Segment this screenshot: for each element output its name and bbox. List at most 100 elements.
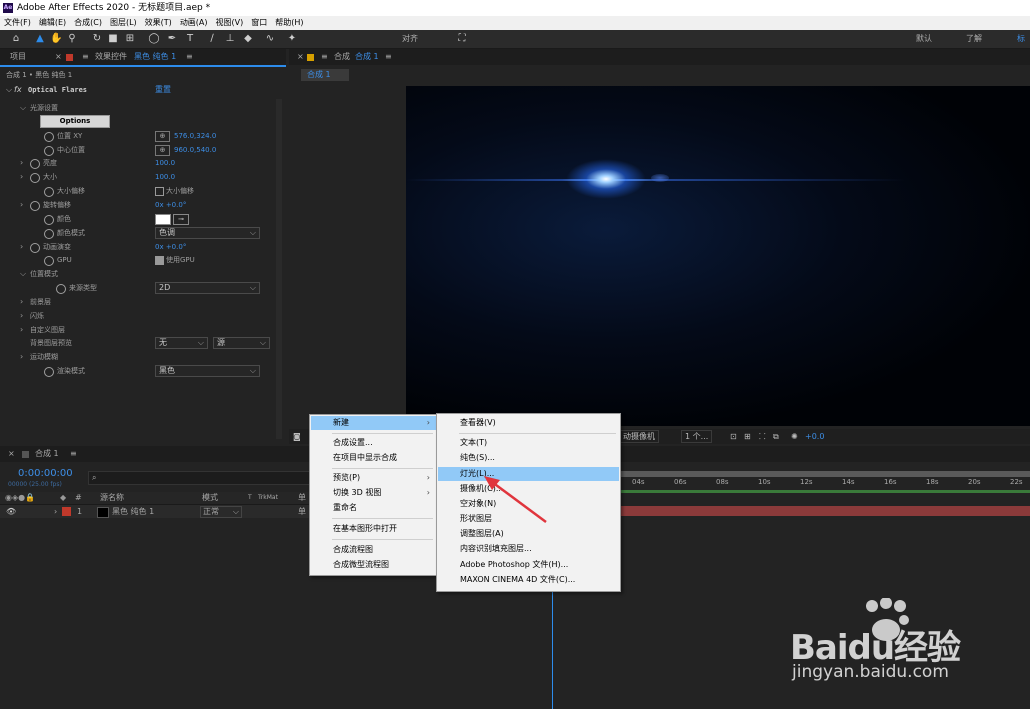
stopwatch-icon[interactable] — [44, 187, 54, 198]
position-target-icon[interactable]: ⊕ — [155, 144, 170, 156]
ellipse-tool-icon[interactable]: ◯ — [148, 33, 160, 45]
visibility-eye-icon[interactable]: 👁 — [6, 505, 16, 518]
property-row[interactable]: 来源类型 2D ⌵ — [0, 281, 272, 295]
expand-icon[interactable]: › — [20, 198, 23, 212]
property-row[interactable]: 颜色模式 色调 ⌵ — [0, 226, 272, 240]
menu-effect[interactable]: 效果(T) — [141, 16, 176, 30]
color-swatch[interactable] — [155, 213, 171, 225]
menu-item-preview[interactable]: 预览(P) › — [311, 471, 436, 485]
options-button[interactable]: Options — [40, 115, 110, 128]
puppet-pin-tool-icon[interactable]: ✦ — [286, 33, 298, 45]
property-checkbox[interactable] — [155, 256, 164, 266]
submenu-item-content-aware-fill[interactable]: 内容识别填充图层... — [438, 542, 619, 556]
menu-item-open-essential-graphics[interactable]: 在基本图形中打开 — [311, 522, 436, 536]
expand-icon[interactable]: › — [20, 156, 23, 170]
eraser-tool-icon[interactable]: ◆ — [242, 33, 254, 45]
menu-file[interactable]: 文件(F) — [0, 16, 35, 30]
menu-item-comp-settings[interactable]: 合成设置... — [311, 436, 436, 450]
layer-switch[interactable]: 单 — [298, 505, 306, 518]
property-row[interactable]: 中心位置 ⊕ 960.0,540.0 — [0, 143, 272, 157]
close-comp-tab-icon[interactable]: × — [297, 49, 304, 65]
submenu-item-cinema4d-file[interactable]: MAXON CINEMA 4D 文件(C)... — [438, 573, 619, 587]
tab-project[interactable]: 项目 — [10, 49, 26, 65]
stopwatch-icon[interactable] — [30, 173, 40, 184]
comp-panel-menu-icon[interactable]: ≡ — [385, 49, 392, 65]
property-row[interactable]: › 运动模糊 — [0, 350, 272, 364]
flowchart-icon[interactable]: ⸬ — [759, 429, 766, 444]
menu-item-new[interactable]: 新建 › — [311, 416, 436, 430]
expand-icon[interactable]: › — [20, 170, 23, 184]
close-tab-icon[interactable]: × — [55, 49, 62, 65]
property-row[interactable]: ⌵ 光源设置 — [0, 101, 272, 115]
property-value[interactable]: 960.0,540.0 — [174, 143, 216, 157]
layer-name[interactable]: 黑色 纯色 1 — [112, 505, 154, 518]
stopwatch-icon[interactable] — [30, 200, 40, 211]
work-area-bar[interactable] — [620, 471, 1030, 477]
toggle-icon[interactable]: ⊡ — [730, 429, 737, 444]
stopwatch-icon[interactable] — [56, 284, 66, 295]
property-dropdown[interactable]: 源 ⌵ — [213, 337, 270, 350]
property-row[interactable]: 背景图层预览无 ⌵ 源 ⌵ — [0, 336, 272, 350]
expand-icon[interactable]: › — [20, 309, 23, 323]
property-value[interactable]: 大小偏移 — [166, 184, 194, 198]
menu-edit[interactable]: 编辑(E) — [35, 16, 70, 30]
rotate-tool-icon[interactable]: ↻ — [91, 33, 103, 45]
property-value[interactable]: 100.0 — [155, 170, 175, 184]
snapshot-icon[interactable]: ◙ — [293, 429, 301, 444]
menu-item-mini-flowchart[interactable]: 合成微型流程图 — [311, 558, 436, 572]
menu-view[interactable]: 视图(V) — [212, 16, 248, 30]
workspace-learn[interactable]: 了解 — [966, 33, 982, 45]
stopwatch-icon[interactable] — [44, 214, 54, 225]
workspace-default[interactable]: 默认 — [916, 33, 932, 45]
stopwatch-icon[interactable] — [30, 159, 40, 170]
stopwatch-icon[interactable] — [44, 228, 54, 239]
collapse-icon[interactable]: ⌵ — [20, 101, 26, 115]
workspace-standard[interactable]: 标 — [1017, 33, 1025, 45]
property-value[interactable]: 100.0 — [155, 156, 175, 170]
property-checkbox[interactable] — [155, 187, 164, 197]
source-name-header[interactable]: 源名称 — [100, 492, 124, 504]
stopwatch-icon[interactable] — [30, 242, 40, 253]
tab-effect-controls[interactable]: 效果控件 — [95, 49, 127, 65]
stopwatch-icon[interactable] — [44, 131, 54, 142]
stopwatch-icon[interactable] — [44, 145, 54, 156]
zoom-tool-icon[interactable]: ⚲ — [66, 33, 78, 45]
expand-icon[interactable]: › — [20, 240, 23, 254]
property-row[interactable]: ⌵ 位置模式 — [0, 267, 272, 281]
selection-tool-icon[interactable]: ▲ — [34, 33, 46, 45]
brush-tool-icon[interactable]: ∕ — [206, 33, 218, 45]
layer-search-input[interactable]: ⌕ — [88, 471, 310, 485]
layer-duration-bar[interactable] — [620, 506, 1030, 516]
property-dropdown[interactable]: 2D ⌵ — [155, 282, 260, 295]
position-target-icon[interactable]: ⊕ — [155, 130, 170, 142]
property-row[interactable]: 位置 XY ⊕ 576.0,324.0 — [0, 129, 272, 143]
tab-effect-layer-name[interactable]: 黑色 纯色 1 — [134, 49, 176, 65]
property-row[interactable]: › 闪烁 — [0, 309, 272, 323]
close-timeline-tab-icon[interactable]: × — [8, 446, 15, 462]
fx-badge[interactable]: fx — [14, 85, 22, 95]
expand-icon[interactable]: › — [20, 323, 23, 337]
reset-link[interactable]: 重置 — [155, 85, 171, 95]
eyedropper-icon[interactable]: ⊸ — [173, 213, 189, 225]
camera-tool-icon[interactable]: ■ — [107, 33, 119, 45]
panel-menu-icon[interactable]: ≡ — [186, 49, 193, 65]
menu-window[interactable]: 窗口 — [247, 16, 271, 30]
expand-icon[interactable]: › — [20, 350, 23, 364]
roto-brush-tool-icon[interactable]: ∿ — [264, 33, 276, 45]
property-row[interactable]: 渲染模式 黑色 ⌵ — [0, 364, 272, 378]
views-dropdown[interactable]: 1 个... — [681, 430, 713, 443]
menu-composition[interactable]: 合成(C) — [70, 16, 106, 30]
camera-dropdown[interactable]: 动摄像机 — [619, 430, 659, 443]
scrollbar[interactable] — [276, 99, 282, 439]
property-row[interactable]: › 动画演变 0x +0.0° — [0, 240, 272, 254]
property-row[interactable]: › 旋转偏移 0x +0.0° — [0, 198, 272, 212]
menu-layer[interactable]: 图层(L) — [106, 16, 141, 30]
menu-help[interactable]: 帮助(H) — [271, 16, 307, 30]
layer-mode-dropdown[interactable]: 正常 ⌵ — [200, 506, 242, 518]
menu-item-flowchart[interactable]: 合成流程图 — [311, 543, 436, 557]
snap-options-icon[interactable]: ⛶ — [456, 33, 468, 45]
property-value[interactable]: 0x +0.0° — [155, 198, 186, 212]
submenu-item-text[interactable]: 文本(T) — [438, 436, 619, 450]
region-icon[interactable]: ⧉ — [773, 429, 779, 444]
grid-icon[interactable]: ⊞ — [744, 429, 751, 444]
